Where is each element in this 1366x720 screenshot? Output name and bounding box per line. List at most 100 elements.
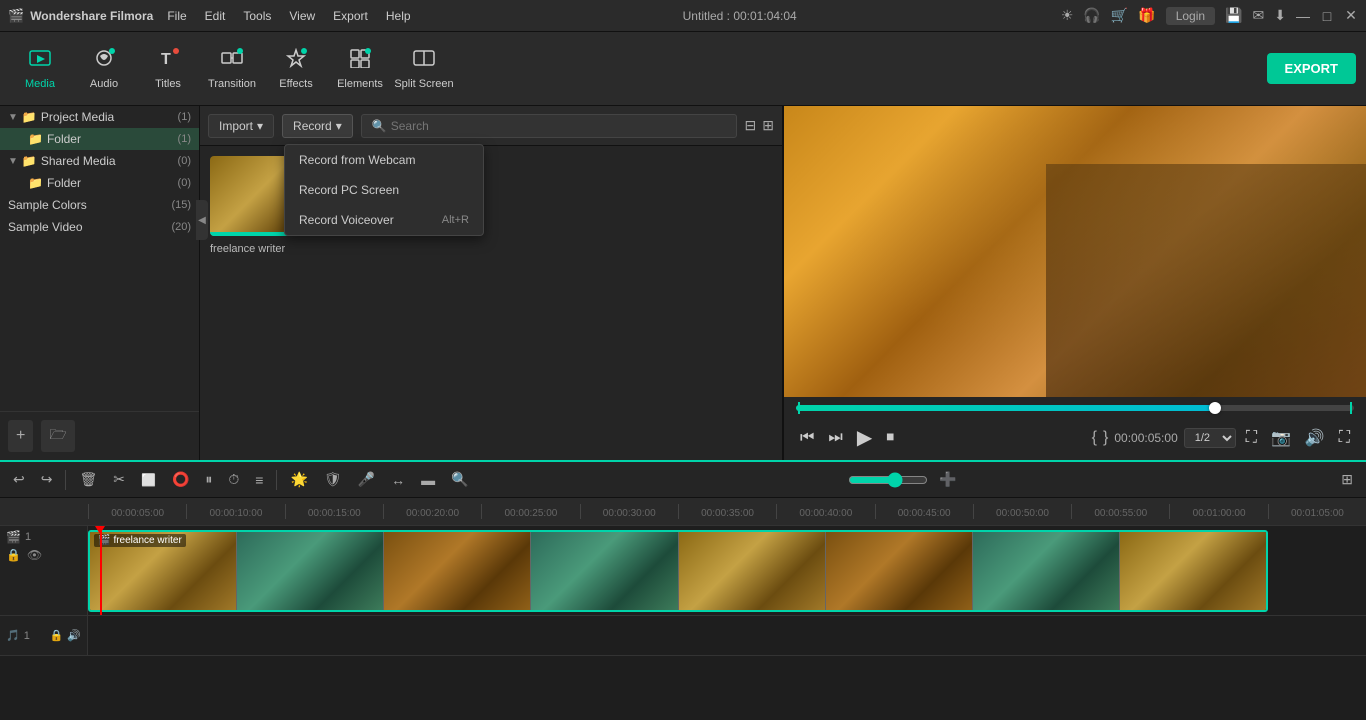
video-clip-1[interactable]: 🎬 freelance writer: [88, 530, 1268, 612]
fullscreen-button[interactable]: ⛶: [1242, 427, 1261, 449]
settings-button[interactable]: ⛶: [1335, 427, 1354, 449]
login-button[interactable]: Login: [1166, 7, 1215, 25]
record-webcam-item[interactable]: Record from Webcam: [285, 145, 483, 175]
minimize-button[interactable]: —: [1296, 9, 1310, 23]
zoom-control: [848, 472, 928, 488]
audio-track-content[interactable]: [88, 616, 1366, 655]
shared-media-item[interactable]: ▼ 📁 Shared Media (0): [0, 150, 199, 172]
toolbar-titles-label: Titles: [155, 78, 181, 90]
menu-view[interactable]: View: [281, 7, 323, 25]
play-button[interactable]: ▶: [853, 423, 876, 452]
zoom-out-button[interactable]: 🔍: [446, 468, 473, 491]
shared-media-folder-icon: 📁: [22, 154, 37, 168]
screenshot-button[interactable]: 📷: [1267, 426, 1295, 450]
cart-icon[interactable]: 🛒: [1111, 7, 1128, 24]
record-dropdown: Record from Webcam Record PC Screen Reco…: [284, 144, 484, 236]
search-input[interactable]: [391, 119, 726, 133]
sample-video-label: Sample Video: [8, 220, 171, 234]
subtitle-button[interactable]: ▬: [416, 469, 440, 491]
project-media-item[interactable]: ▼ 📁 Project Media (1): [0, 106, 199, 128]
toolbar-transition[interactable]: Transition: [202, 37, 262, 101]
menu-export[interactable]: Export: [325, 7, 376, 25]
svg-text:T: T: [161, 51, 171, 68]
record-voiceover-label: Record Voiceover: [299, 213, 394, 227]
shared-folder-item[interactable]: 📁 Folder (0): [0, 172, 199, 194]
volume-button[interactable]: 🔊: [1301, 426, 1329, 450]
playhead-marker: [95, 526, 105, 534]
zoom-slider[interactable]: [848, 472, 928, 488]
panel-collapse-btn[interactable]: ◀: [196, 200, 200, 240]
media-panel: Import ▾ Record ▾ 🔍 ⊟ ⊞ Record from Webc…: [200, 106, 783, 460]
zoom-in-button[interactable]: ➕: [934, 468, 961, 491]
undo-button[interactable]: ↩: [8, 468, 30, 491]
menu-edit[interactable]: Edit: [197, 7, 234, 25]
search-box[interactable]: 🔍: [361, 114, 737, 138]
toolbar-elements[interactable]: Elements: [330, 37, 390, 101]
bracket-left-icon[interactable]: {: [1092, 429, 1097, 447]
step-back-button[interactable]: ⏭: [824, 427, 846, 449]
progress-right-marker: [1350, 402, 1352, 414]
crop-button[interactable]: ⬜: [136, 470, 161, 490]
audio-icon: [93, 48, 115, 74]
folder-item[interactable]: 📁 Folder (1): [0, 128, 199, 150]
visibility-icon[interactable]: 👁: [27, 548, 42, 562]
toolbar-audio[interactable]: Audio: [74, 37, 134, 101]
skip-back-button[interactable]: ⏮: [796, 427, 818, 449]
auto-enhance-button[interactable]: 🌟: [285, 468, 312, 491]
grid-view-icon[interactable]: ⊞: [762, 117, 774, 134]
stop-button[interactable]: ⏹: [882, 427, 898, 449]
audio-record-button[interactable]: 🎤: [353, 468, 380, 491]
lock-icon[interactable]: 🔒: [6, 548, 21, 562]
audio-volume-icon[interactable]: 🔊: [67, 629, 81, 642]
remove-item-button[interactable]: 🗁: [41, 420, 74, 452]
clip-frames: [90, 532, 1266, 610]
tl-sep-2: [276, 470, 277, 490]
menu-file[interactable]: File: [159, 7, 194, 25]
add-folder-button[interactable]: +: [8, 420, 33, 452]
audio-lock-icon[interactable]: 🔒: [50, 629, 64, 642]
delete-button[interactable]: 🗑: [74, 468, 102, 491]
headphones-icon[interactable]: 🎧: [1083, 7, 1100, 24]
shared-media-arrow: ▼: [8, 156, 18, 167]
playback-speed-select[interactable]: 1/2 1/4 Full: [1184, 428, 1236, 448]
sticker-button[interactable]: 🛡: [319, 468, 347, 491]
video-track-content[interactable]: 🎬 freelance writer: [88, 526, 1366, 615]
record-button[interactable]: Record ▾: [282, 114, 353, 138]
gift-icon[interactable]: 🎁: [1138, 7, 1155, 24]
toolbar-effects-label: Effects: [279, 78, 312, 90]
redo-button[interactable]: ↪: [36, 468, 58, 491]
cut-button[interactable]: ✂: [108, 468, 130, 491]
freeze-button[interactable]: ⏸: [200, 468, 217, 491]
record-screen-item[interactable]: Record PC Screen: [285, 175, 483, 205]
titlebar-left: 🎬 Wondershare Filmora File Edit Tools Vi…: [8, 7, 419, 25]
close-button[interactable]: ✕: [1344, 9, 1358, 23]
sample-video-item[interactable]: Sample Video (20): [0, 216, 199, 238]
maximize-button[interactable]: □: [1320, 9, 1334, 23]
toolbar-media[interactable]: Media: [10, 37, 70, 101]
bracket-right-icon[interactable]: }: [1103, 429, 1108, 447]
brightness-icon[interactable]: ☀: [1061, 7, 1074, 24]
progress-bar-container[interactable]: [784, 397, 1366, 419]
progress-bar[interactable]: [796, 405, 1354, 411]
toolbar-elements-label: Elements: [337, 78, 383, 90]
detach-audio-button[interactable]: ↔: [386, 469, 410, 491]
record-voiceover-item[interactable]: Record Voiceover Alt+R: [285, 205, 483, 235]
menu-help[interactable]: Help: [378, 7, 419, 25]
toolbar-split-screen[interactable]: Split Screen: [394, 37, 454, 101]
toolbar-effects[interactable]: Effects: [266, 37, 326, 101]
frame-5: [679, 532, 826, 610]
download-icon[interactable]: ⬇: [1274, 7, 1286, 24]
sample-colors-item[interactable]: Sample Colors (15): [0, 194, 199, 216]
menu-tools[interactable]: Tools: [235, 7, 279, 25]
import-button[interactable]: Import ▾: [208, 114, 274, 138]
export-button[interactable]: EXPORT: [1267, 53, 1356, 84]
speed-button[interactable]: ⭕: [167, 468, 194, 491]
fullscreen-timeline-button[interactable]: ⊞: [1336, 468, 1358, 491]
save-icon[interactable]: 💾: [1225, 7, 1242, 24]
filter-icon[interactable]: ⊟: [745, 117, 757, 134]
ruler-mark-9: 00:00:50:00: [973, 504, 1071, 519]
adjust-button[interactable]: ≡: [250, 469, 268, 491]
marker-button[interactable]: ⏱: [223, 468, 244, 491]
toolbar-titles[interactable]: T Titles: [138, 37, 198, 101]
mail-icon[interactable]: ✉: [1253, 7, 1265, 24]
